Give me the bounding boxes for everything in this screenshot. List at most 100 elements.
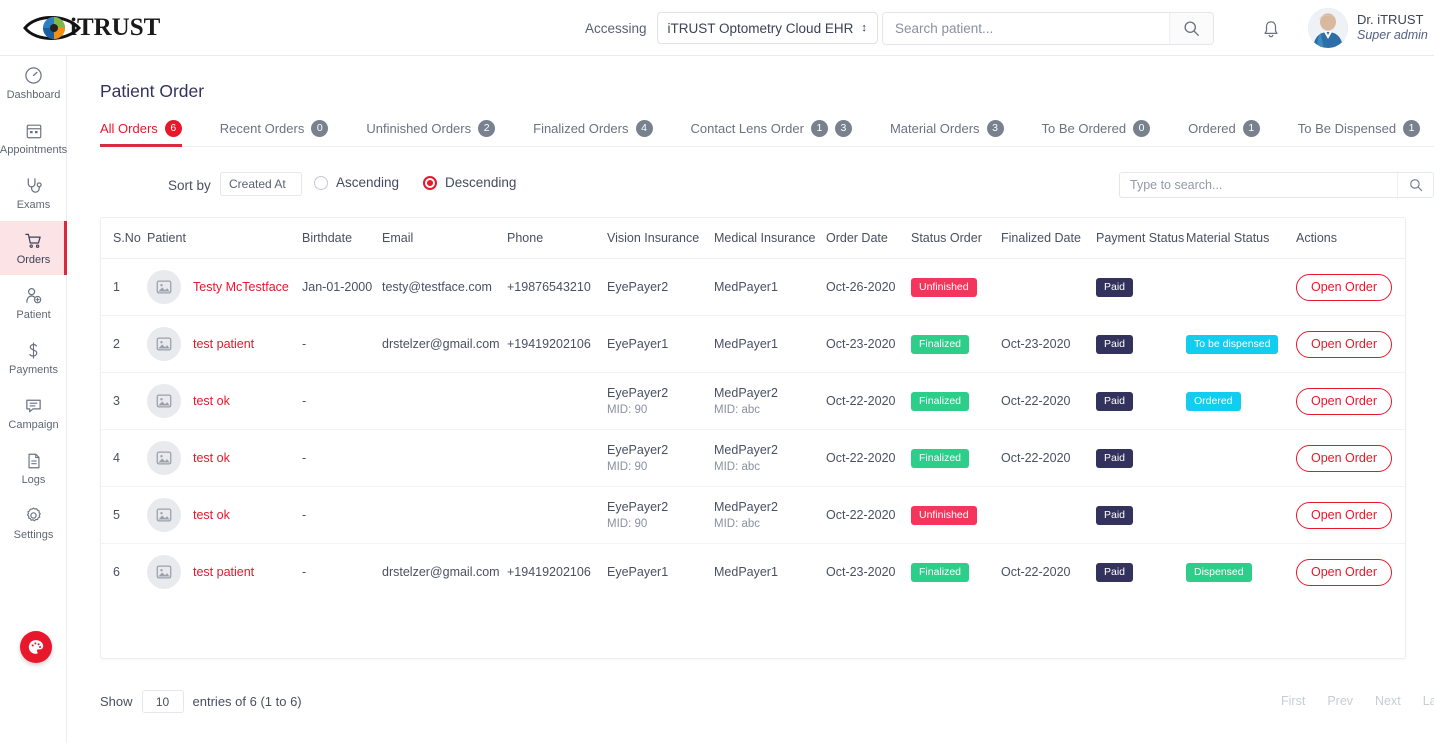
tab-to-be-dispensed[interactable]: To Be Dispensed 1 (1298, 111, 1421, 146)
pager-prev-button[interactable]: Prev (1316, 690, 1364, 712)
open-order-button[interactable]: Open Order (1296, 330, 1393, 358)
patient-name-link[interactable]: Testy McTestface (193, 280, 289, 294)
user-profile[interactable]: Dr. iTRUST Super admin (1308, 8, 1428, 48)
patient-name-link[interactable]: test patient (193, 337, 254, 351)
patient-name-link[interactable]: test patient (193, 565, 254, 579)
accessing-select[interactable]: iTRUST Optometry Cloud EHR ↕ (656, 12, 878, 44)
row-order-date: Oct-22-2020 (826, 429, 911, 487)
medical-insurance-name: MedPayer2 (714, 385, 778, 400)
row-payment-status: Paid (1096, 258, 1186, 316)
show-entries-input[interactable] (141, 690, 184, 713)
calendar-icon (25, 121, 43, 141)
tab-to-be-ordered[interactable]: To Be Ordered 0 (1042, 111, 1151, 146)
row-phone: +19876543210 (507, 258, 607, 316)
table-header-row: S.No Patient Birthdate Email Phone Vision Ins… (101, 218, 1405, 259)
order-date-value: Oct-22-2020 (826, 394, 896, 408)
tab-all-orders[interactable]: All Orders 6 (100, 111, 182, 147)
row-email: testy@testface.com (382, 258, 507, 316)
row-material-status (1186, 486, 1296, 544)
tab-count-badge: 1 (810, 120, 828, 137)
sidebar-item-dashboard[interactable]: Dashboard (0, 56, 67, 110)
tab-contact-lens-order[interactable]: Contact Lens Order 1 3 (691, 111, 852, 146)
open-order-button[interactable]: Open Order (1296, 558, 1393, 586)
patient-search[interactable] (882, 12, 1214, 45)
eye-logo-icon (22, 11, 84, 45)
status-order-badge: Finalized (911, 334, 970, 354)
sidebar-item-appointments[interactable]: Appointments (0, 111, 67, 165)
patient-avatar-placeholder-icon (147, 498, 181, 532)
open-order-button[interactable]: Open Order (1296, 501, 1393, 529)
patient-cell: test patient (147, 327, 302, 361)
sidebar-item-payments[interactable]: Payments (0, 331, 67, 385)
sort-bar: Sort by Created At Ascending Descending (100, 172, 1434, 206)
tab-finalized-orders[interactable]: Finalized Orders 4 (533, 111, 653, 146)
patient-name-link[interactable]: test ok (193, 394, 230, 408)
sort-ascending-option[interactable]: Ascending (314, 175, 399, 190)
row-serial-number: 6 (101, 544, 147, 601)
notifications-button[interactable] (1258, 16, 1284, 42)
row-order-date: Oct-22-2020 (826, 486, 911, 544)
updown-chevron-icon: ↕ (861, 21, 867, 34)
row-email-value: drstelzer@gmail.com (382, 337, 500, 351)
row-medical-insurance: MedPayer2 MID: abc (714, 486, 826, 544)
status-order-badge: Finalized (911, 391, 970, 411)
sidebar-item-patient[interactable]: Patient (0, 276, 67, 330)
open-order-button[interactable]: Open Order (1296, 387, 1393, 415)
sidebar-item-campaign[interactable]: Campaign (0, 386, 67, 440)
tab-count-badge: 1 (1403, 120, 1421, 137)
patient-name-link[interactable]: test ok (193, 508, 230, 522)
sort-field-select[interactable]: Created At (220, 172, 302, 196)
row-material-status: Ordered (1186, 372, 1296, 430)
patient-avatar-placeholder-icon (147, 555, 181, 590)
row-birthdate: - (302, 315, 382, 373)
sort-descending-option[interactable]: Descending (423, 175, 516, 190)
search-button[interactable] (1169, 13, 1213, 44)
pager-next-button[interactable]: Next (1364, 690, 1412, 712)
open-order-button[interactable]: Open Order (1296, 273, 1393, 301)
search-input[interactable] (883, 13, 1169, 44)
tab-label: Material Orders (889, 121, 980, 136)
row-phone (507, 429, 607, 487)
tab-ordered[interactable]: Ordered 1 (1188, 111, 1260, 146)
tab-count-badge: 3 (834, 120, 852, 137)
tab-unfinished-orders[interactable]: Unfinished Orders 2 (366, 111, 496, 146)
row-vision-insurance: EyePayer1 (607, 544, 714, 601)
row-birthdate: - (302, 486, 382, 544)
patient-cell: test patient (147, 555, 302, 590)
row-material-status: To be dispensed (1186, 315, 1296, 373)
orders-table: S.No Patient Birthdate Email Phone Vision Ins… (101, 218, 1405, 601)
pager-last-button[interactable]: Last (1412, 690, 1434, 712)
table-search-input[interactable] (1120, 173, 1397, 197)
sidebar-label: Logs (21, 473, 46, 486)
theme-palette-button[interactable] (20, 631, 52, 663)
column-header: Order Date (826, 218, 911, 259)
table-search-button[interactable] (1397, 173, 1433, 197)
row-actions: Open Order (1296, 429, 1405, 487)
accessing-select-value: iTRUST Optometry Cloud EHR (667, 20, 854, 36)
patient-cell: Testy McTestface (147, 270, 302, 304)
row-status-order: Finalized (911, 429, 1001, 487)
row-patient: test patient (147, 544, 302, 601)
open-order-button[interactable]: Open Order (1296, 444, 1393, 472)
row-birthdate-value: - (302, 394, 307, 408)
tab-recent-orders[interactable]: Recent Orders 0 (220, 111, 329, 146)
app-logo[interactable]: iTRUST (0, 0, 200, 56)
sidebar-item-settings[interactable]: Settings (0, 496, 67, 550)
tab-label: Recent Orders (219, 121, 305, 136)
patient-cell: test ok (147, 498, 302, 532)
sidebar-item-orders[interactable]: Orders (0, 221, 67, 275)
sidebar-label: Dashboard (6, 88, 61, 101)
sidebar-item-exams[interactable]: Exams (0, 166, 67, 220)
row-birthdate-value: - (302, 565, 307, 580)
row-finalized-date: Oct-23-2020 (1001, 315, 1096, 373)
serial-number: 3 (113, 394, 120, 408)
dollar-icon (24, 341, 43, 361)
pager-first-button[interactable]: First (1270, 690, 1316, 712)
sidebar-item-logs[interactable]: Logs (0, 441, 67, 495)
tab-count-badge: 1 (1242, 120, 1260, 137)
table-search[interactable] (1119, 172, 1434, 198)
vision-insurance-name: EyePayer1 (607, 336, 669, 351)
tab-material-orders[interactable]: Material Orders 3 (890, 111, 1004, 146)
sidebar-label: Settings (13, 528, 54, 541)
patient-name-link[interactable]: test ok (193, 451, 230, 465)
